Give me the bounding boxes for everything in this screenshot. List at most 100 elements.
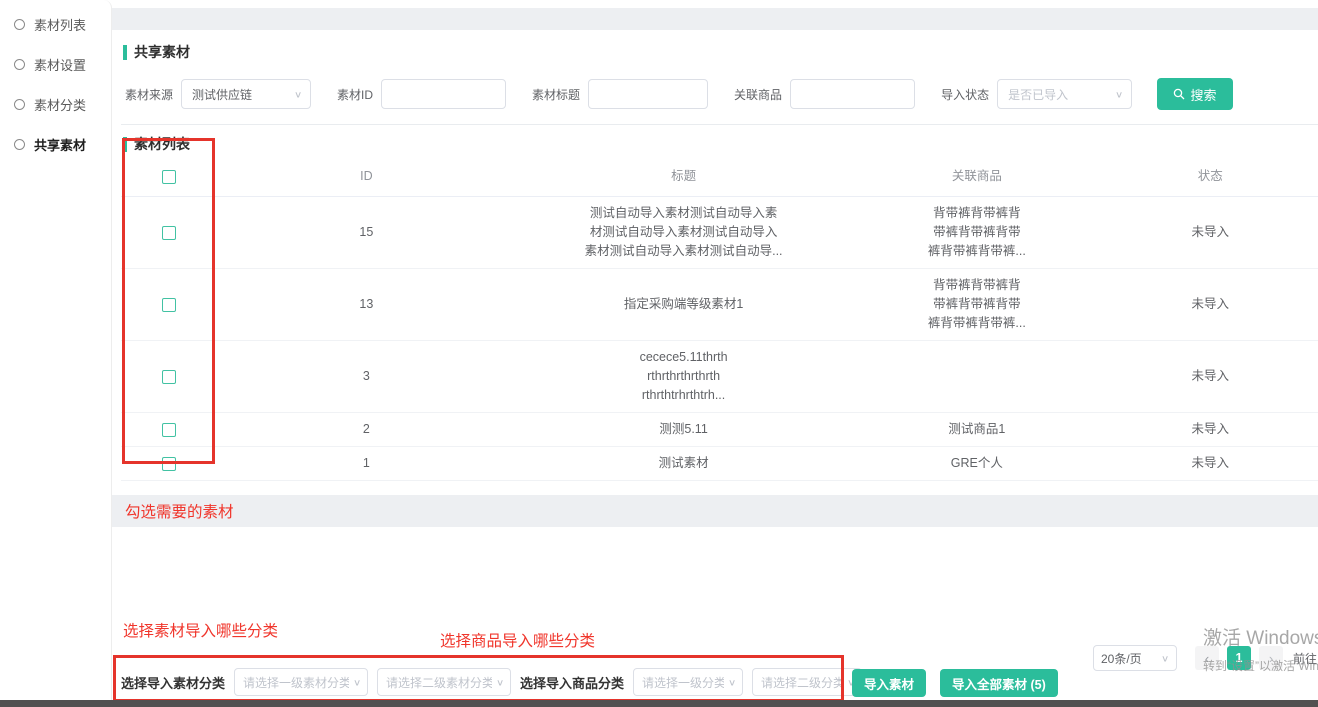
cell-id: 15 [217,216,516,249]
product-level2-select[interactable]: 请选择二级分类 ∨ [752,668,862,696]
chevron-down-icon: ∨ [728,677,736,687]
current-page-button[interactable]: 1 [1227,646,1251,670]
import-status-select[interactable]: 是否已导入 ∨ [997,79,1132,109]
material-level1-placeholder: 请选择一级素材分类 [243,674,349,691]
import-material-category-label: 选择导入素材分类 [121,673,225,692]
cell-status: 未导入 [1103,447,1318,480]
sidebar-item-label: 素材设置 [34,55,86,74]
col-header-title: 标题 [516,157,851,196]
chevron-down-icon: ∨ [1161,653,1169,663]
radio-circle-icon [14,139,25,150]
table-row: 1 测试素材 GRE个人 未导入 [121,447,1318,481]
filter-bar: 素材来源 测试供应链 ∨ 素材ID 素材标题 关联商品 导入状态 是否已导入 ∨… [121,78,1318,110]
material-list-section-header: 素材列表 [121,134,1318,154]
material-title-input[interactable] [588,79,708,109]
material-level2-select[interactable]: 请选择二级素材分类 ∨ [377,668,511,696]
chevron-down-icon: ∨ [353,677,361,687]
table-row: 2 测测5.11 测试商品1 未导入 [121,413,1318,447]
section-title: 素材列表 [134,134,190,154]
import-buttons: 导入素材 导入全部素材 (5) [852,669,1058,697]
source-select-value: 测试供应链 [192,86,252,103]
search-button-label: 搜索 [1190,85,1216,104]
related-product-label: 关联商品 [734,86,782,103]
main-panel: 共享素材 素材来源 测试供应链 ∨ 素材ID 素材标题 关联商品 导入状态 是否… [121,30,1318,495]
source-label: 素材来源 [125,86,173,103]
goto-page-label: 前往 [1293,650,1317,667]
table-row: 15 测试自动导入素材测试自动导入素 材测试自动导入素材测试自动导入 素材测试自… [121,197,1318,269]
hint-band: 勾选需要的素材 [112,495,1318,527]
divider [121,124,1318,125]
screen: 素材列表 素材设置 素材分类 共享素材 共享素材 素材来源 测试供应链 ∨ [0,0,1318,707]
sidebar-item-label: 共享素材 [34,135,86,154]
product-level2-placeholder: 请选择二级分类 [761,674,843,691]
cell-title: 测试自动导入素材测试自动导入素 材测试自动导入素材测试自动导入 素材测试自动导入… [516,197,851,268]
sidebar-item-material-settings[interactable]: 素材设置 [0,44,111,84]
material-table: ID 标题 关联商品 状态 15 测试自动导入素材测试自动导入素 材测试自动导入… [121,157,1318,481]
sidebar-item-label: 素材列表 [34,15,86,34]
product-category-hint: 选择商品导入哪些分类 [440,629,595,651]
next-page-button[interactable]: › [1259,646,1283,670]
select-all-checkbox[interactable] [162,170,176,184]
col-header-product: 关联商品 [851,157,1102,196]
cell-title: 测测5.11 [516,413,851,446]
prev-page-button[interactable]: ‹ [1195,646,1219,670]
cell-product: 测试商品1 [851,413,1102,446]
window-bottom-edge [0,700,1318,707]
product-level1-select[interactable]: 请选择一级分类 ∨ [633,668,743,696]
material-level1-select[interactable]: 请选择一级素材分类 ∨ [234,668,368,696]
page-size-select[interactable]: 20条/页 ∨ [1093,645,1177,671]
cell-id: 1 [217,447,516,480]
product-level1-placeholder: 请选择一级分类 [642,674,724,691]
row-checkbox[interactable] [162,423,176,437]
table-row: 3 cecece5.11thrth rthrthrthrthrth rthrth… [121,341,1318,413]
row-checkbox[interactable] [162,457,176,471]
import-category-bar: 选择导入素材分类 请选择一级素材分类 ∨ 请选择二级素材分类 ∨ 选择导入商品分… [121,668,862,696]
import-all-material-button[interactable]: 导入全部素材 (5) [940,669,1058,697]
chevron-down-icon: ∨ [1115,89,1123,99]
shared-material-section-header: 共享素材 [121,42,1318,62]
material-id-input[interactable] [381,79,506,109]
search-icon [1173,88,1185,100]
sidebar-item-label: 素材分类 [34,95,86,114]
cell-product: GRE个人 [851,447,1102,480]
row-checkbox[interactable] [162,226,176,240]
col-header-id: ID [217,157,516,196]
section-bar-icon [123,45,127,60]
cell-product: 背带裤背带裤背 带裤背带裤背带 裤背带裤背带裤... [851,197,1102,268]
sidebar-item-material-category[interactable]: 素材分类 [0,84,111,124]
cell-title: 指定采购端等级素材1 [516,288,851,321]
table-row: 13 指定采购端等级素材1 背带裤背带裤背 带裤背带裤背带 裤背带裤背带裤...… [121,269,1318,341]
cell-product: 背带裤背带裤背 带裤背带裤背带 裤背带裤背带裤... [851,269,1102,340]
source-select[interactable]: 测试供应链 ∨ [181,79,311,109]
chevron-down-icon: ∨ [496,677,504,687]
cell-status: 未导入 [1103,413,1318,446]
sidebar-item-shared-material[interactable]: 共享素材 [0,124,111,164]
pagination: 20条/页 ∨ ‹ 1 › 前往 [1093,645,1317,671]
page-size-value: 20条/页 [1101,650,1142,667]
cell-id: 3 [217,360,516,393]
cell-id: 2 [217,413,516,446]
cell-title: 测试素材 [516,447,851,480]
col-header-status: 状态 [1103,157,1318,196]
sidebar: 素材列表 素材设置 素材分类 共享素材 [0,0,112,707]
cell-status: 未导入 [1103,216,1318,249]
row-checkbox[interactable] [162,370,176,384]
material-level2-placeholder: 请选择二级素材分类 [386,674,492,691]
radio-circle-icon [14,19,25,30]
cell-product [851,370,1102,384]
cell-status: 未导入 [1103,360,1318,393]
cell-status: 未导入 [1103,288,1318,321]
sidebar-item-material-list[interactable]: 素材列表 [0,4,111,44]
related-product-input[interactable] [790,79,915,109]
import-material-button[interactable]: 导入素材 [852,669,926,697]
import-status-placeholder: 是否已导入 [1008,86,1068,103]
search-button[interactable]: 搜索 [1157,78,1233,110]
radio-circle-icon [14,99,25,110]
material-category-hint: 选择素材导入哪些分类 [123,619,278,641]
cell-id: 13 [217,288,516,321]
import-status-label: 导入状态 [941,86,989,103]
row-checkbox[interactable] [162,298,176,312]
radio-circle-icon [14,59,25,70]
top-gray-band [112,8,1318,30]
chevron-down-icon: ∨ [294,89,302,99]
